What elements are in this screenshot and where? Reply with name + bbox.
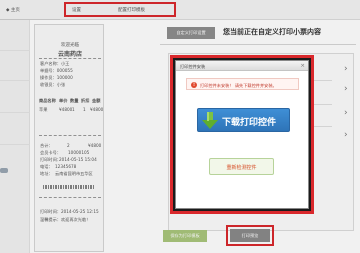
warning-icon: !	[191, 82, 197, 88]
dialog-title: 打印控件安装	[180, 63, 206, 69]
close-icon[interactable]: ×	[300, 63, 305, 69]
dialog-titlebar[interactable]: 打印控件安装 ×	[176, 61, 308, 71]
recheck-plugin-button[interactable]: 重新检测控件	[209, 158, 274, 175]
alert-message-box: ! 打印控件未安装！ 请先下载控件并安装。	[186, 78, 299, 90]
download-plugin-button[interactable]: 下载打印控件	[197, 108, 290, 132]
recheck-button-label: 重新检测控件	[226, 165, 257, 171]
download-button-label: 下载打印控件	[222, 118, 277, 128]
alert-text: 打印控件未安装！ 请先下载控件并安装。	[200, 82, 277, 88]
install-plugin-dialog: 打印控件安装 × ! 打印控件未安装！ 请先下载控件并安装。 下载打印控件 重新…	[175, 60, 309, 209]
download-arrow-icon	[202, 112, 218, 129]
